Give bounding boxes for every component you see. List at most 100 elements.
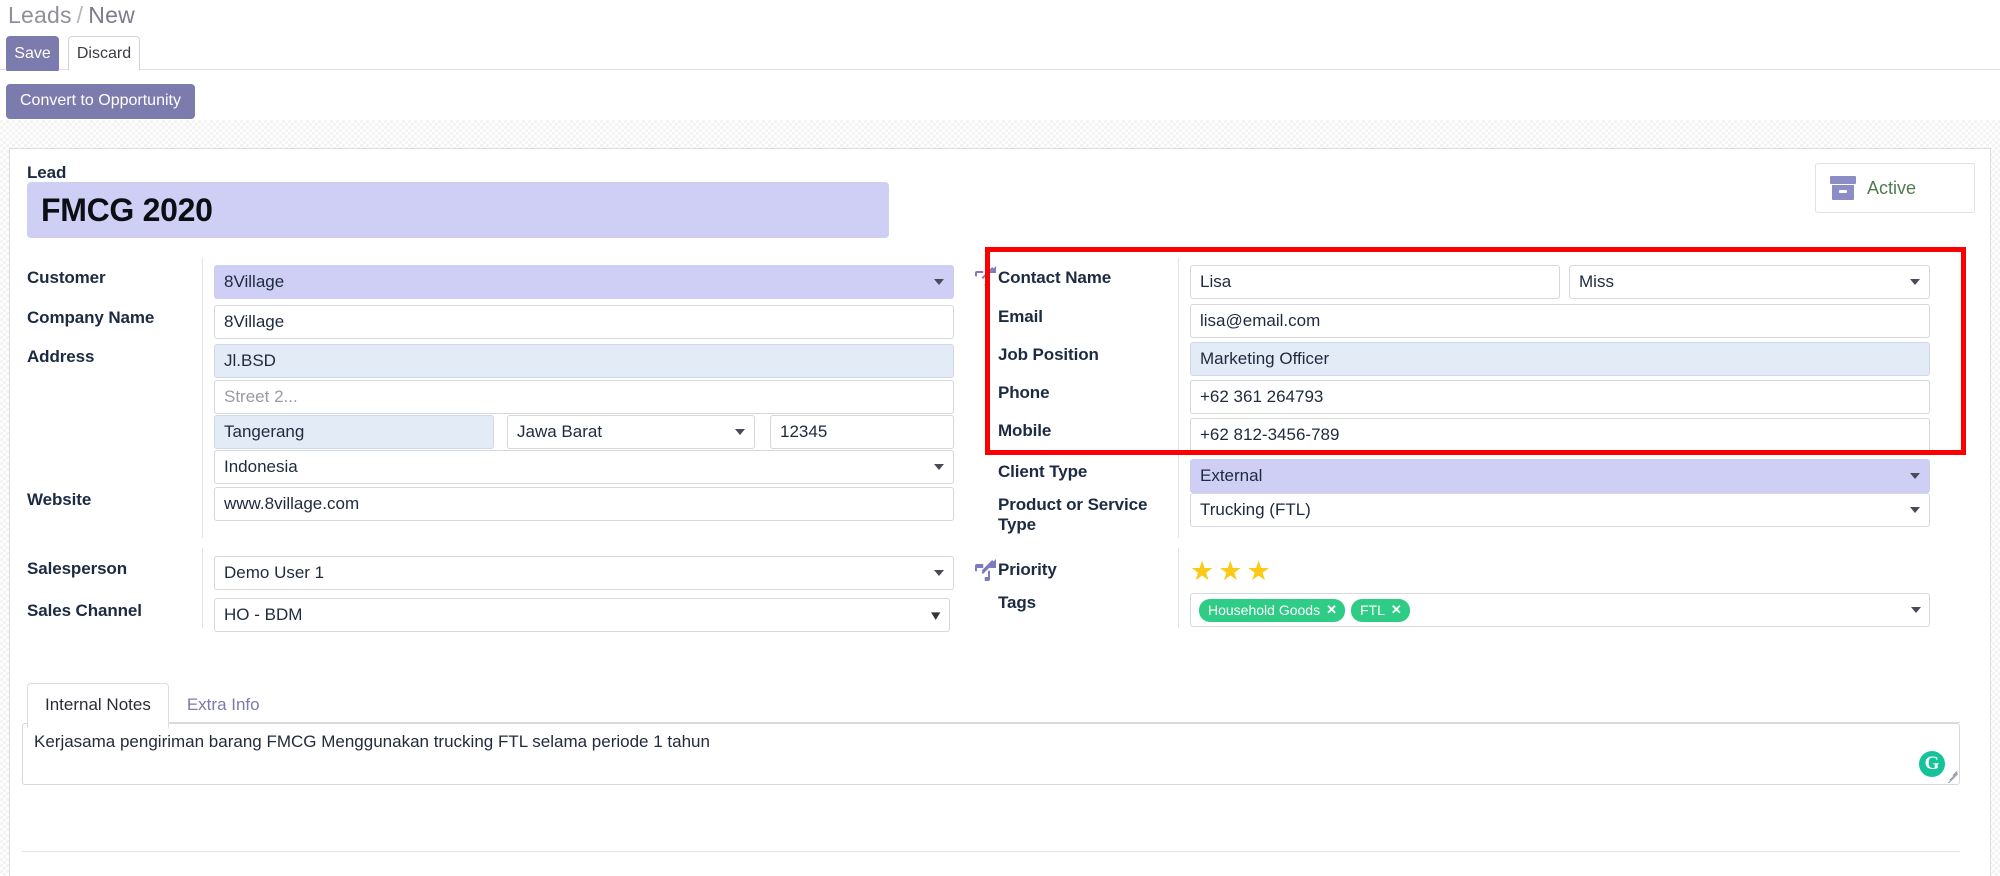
salesperson-select[interactable]: Demo User 1 (214, 556, 954, 590)
tag-label: Household Goods (1208, 601, 1321, 618)
chevron-down-icon[interactable] (1911, 607, 1921, 613)
chevron-down-icon[interactable] (934, 464, 944, 470)
product-service-type-select[interactable]: Trucking (FTL) (1190, 493, 1930, 527)
tag-remove-icon[interactable]: ✕ (1326, 602, 1337, 618)
contact-title-value: Miss (1579, 272, 1614, 291)
convert-to-opportunity-button[interactable]: Convert to Opportunity (6, 84, 195, 119)
mobile-label: Mobile (998, 421, 1052, 440)
client-type-label: Client Type (998, 462, 1088, 481)
sales-channel-label: Sales Channel (27, 601, 142, 620)
contact-name-input[interactable]: Lisa (1190, 265, 1560, 299)
priority-star-2[interactable]: ★ (1218, 558, 1242, 585)
address-label: Address (27, 347, 95, 366)
product-service-type-label-line1: Product or Service (998, 495, 1148, 514)
internal-notes-value: Kerjasama pengiriman barang FMCG Menggun… (34, 732, 710, 751)
chevron-down-icon[interactable] (1910, 507, 1920, 513)
customer-external-link-icon[interactable] (975, 265, 996, 286)
website-value: www.8village.com (224, 494, 360, 513)
breadcrumb-root[interactable]: Leads (8, 2, 72, 28)
chevron-down-icon[interactable]: ▾ (932, 608, 941, 623)
address-city-value: Tangerang (224, 422, 305, 441)
salesperson-value: Demo User 1 (224, 563, 325, 582)
left-column-divider-2 (202, 548, 203, 628)
job-position-input[interactable]: Marketing Officer (1190, 342, 1930, 376)
website-label: Website (27, 490, 92, 509)
active-status-button[interactable]: Active (1815, 163, 1975, 213)
address-street2-placeholder: Street 2... (224, 387, 298, 406)
address-state-select[interactable]: Jawa Barat (507, 415, 755, 449)
textarea-resize-handle[interactable] (1945, 770, 1958, 783)
client-type-select[interactable]: External (1190, 459, 1930, 493)
lead-title-input[interactable]: FMCG 2020 (27, 182, 889, 238)
tags-label: Tags (998, 593, 1037, 612)
company-name-input[interactable]: 8Village (214, 305, 954, 339)
email-input[interactable]: lisa@email.com (1190, 304, 1930, 338)
address-country-value: Indonesia (224, 457, 298, 476)
archive-box-icon (1830, 176, 1856, 200)
mobile-input[interactable]: +62 812-3456-789 (1190, 418, 1930, 452)
chevron-down-icon[interactable] (934, 279, 944, 285)
customer-label: Customer (27, 268, 106, 287)
grammarly-icon[interactable]: G (1919, 751, 1945, 777)
customer-input[interactable]: 8Village (214, 265, 954, 299)
sales-channel-value: HO - BDM (224, 605, 303, 624)
save-button[interactable]: Save (6, 36, 59, 73)
phone-input[interactable]: +62 361 264793 (1190, 380, 1930, 414)
chevron-down-icon[interactable] (1910, 279, 1920, 285)
control-panel-bar (0, 0, 2000, 70)
breadcrumb: Leads / New (8, 2, 135, 29)
chevron-down-icon[interactable] (1910, 473, 1920, 479)
chevron-down-icon[interactable] (735, 429, 745, 435)
address-street2-input[interactable]: Street 2... (214, 380, 954, 414)
tag-remove-icon[interactable]: ✕ (1391, 602, 1402, 618)
lead-label: Lead (27, 163, 67, 182)
email-label: Email (998, 307, 1043, 326)
address-country-select[interactable]: Indonesia (214, 450, 954, 484)
chevron-down-icon[interactable] (934, 570, 944, 576)
tag-chip[interactable]: Household Goods ✕ (1199, 598, 1345, 622)
email-value: lisa@email.com (1200, 311, 1321, 330)
priority-stars[interactable]: ★ ★ ★ (1190, 558, 1271, 585)
mobile-value: +62 812-3456-789 (1200, 425, 1340, 444)
tag-chip[interactable]: FTL ✕ (1350, 598, 1410, 622)
action-bar (0, 71, 2000, 120)
contact-title-select[interactable]: Miss (1569, 265, 1930, 299)
address-state-value: Jawa Barat (517, 422, 603, 441)
tags-input[interactable]: Household Goods ✕ FTL ✕ (1190, 593, 1930, 627)
company-name-label: Company Name (27, 308, 155, 327)
contact-name-label: Contact Name (998, 268, 1112, 287)
sheet-bottom-divider (22, 851, 1960, 852)
tab-internal-notes[interactable]: Internal Notes (27, 683, 169, 728)
sales-channel-select[interactable]: HO - BDM ▾ (214, 598, 950, 632)
tag-label: FTL (1359, 601, 1385, 618)
address-zip-input[interactable]: 12345 (770, 415, 954, 449)
internal-notes-textarea[interactable]: Kerjasama pengiriman barang FMCG Menggun… (22, 723, 1960, 785)
right-column-divider-1 (1178, 258, 1179, 538)
priority-external-link-icon[interactable] (975, 560, 996, 581)
phone-value: +62 361 264793 (1200, 387, 1324, 406)
job-position-value: Marketing Officer (1200, 349, 1330, 368)
active-status-label: Active (1867, 177, 1917, 198)
left-column-divider-1 (202, 258, 203, 538)
discard-button[interactable]: Discard (68, 36, 140, 73)
lead-title-value: FMCG 2020 (41, 191, 213, 228)
product-service-type-label-line2: Type (998, 515, 1037, 534)
product-service-type-value: Trucking (FTL) (1200, 500, 1311, 519)
salesperson-label: Salesperson (27, 559, 128, 578)
priority-star-1[interactable]: ★ (1190, 558, 1214, 585)
right-column-divider-2 (1178, 548, 1179, 628)
phone-label: Phone (998, 383, 1050, 402)
company-name-value: 8Village (224, 312, 285, 331)
client-type-value: External (1200, 466, 1263, 485)
website-input[interactable]: www.8village.com (214, 487, 954, 521)
job-position-label: Job Position (998, 345, 1099, 364)
breadcrumb-separator: / (76, 2, 84, 28)
contact-name-value: Lisa (1200, 272, 1232, 291)
address-street-input[interactable]: Jl.BSD (214, 344, 954, 378)
breadcrumb-current: New (88, 2, 135, 28)
priority-label: Priority (998, 560, 1057, 579)
address-zip-value: 12345 (780, 422, 828, 441)
priority-star-3[interactable]: ★ (1246, 558, 1270, 585)
customer-value: 8Village (224, 272, 285, 291)
address-city-input[interactable]: Tangerang (214, 415, 494, 449)
